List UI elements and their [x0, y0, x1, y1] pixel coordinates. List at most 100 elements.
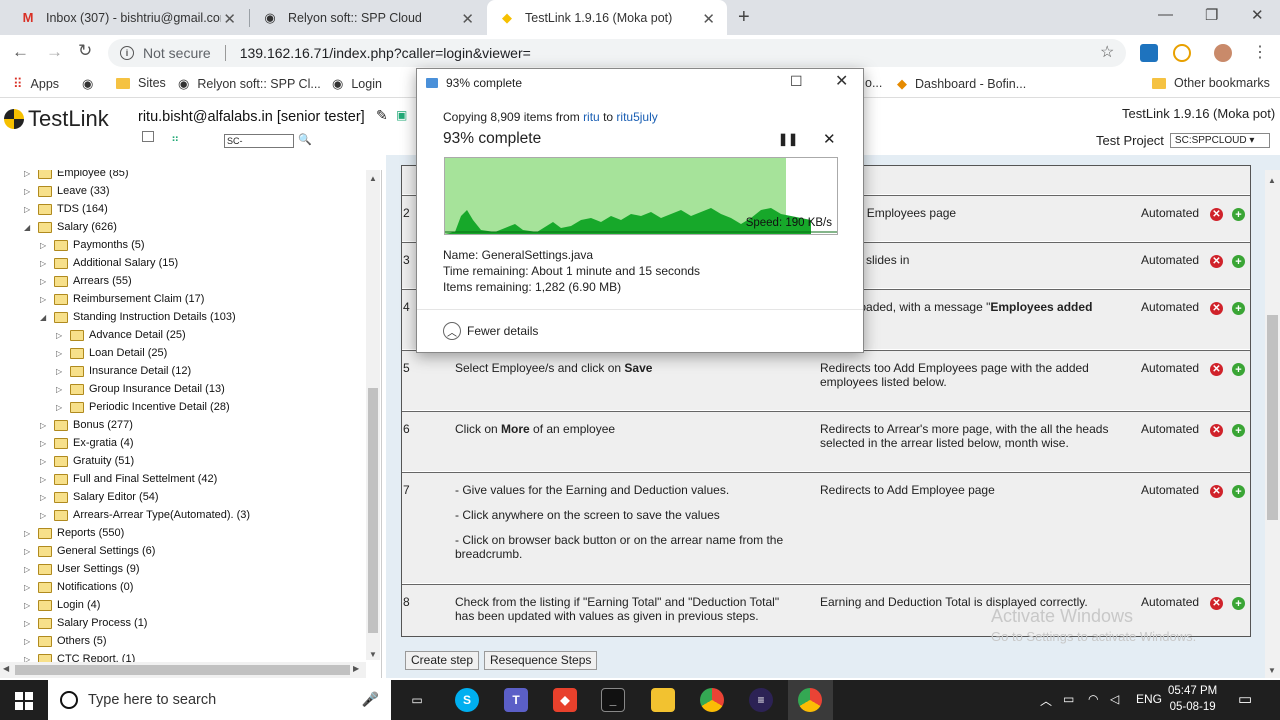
bookmark-login[interactable]: ◉ Login — [332, 76, 382, 92]
expand-toggle-icon[interactable]: ▷ — [40, 421, 50, 430]
extension-icon[interactable] — [1173, 44, 1191, 62]
add-step-icon[interactable]: + — [1232, 363, 1245, 376]
expand-toggle-icon[interactable]: ▷ — [40, 493, 50, 502]
expand-toggle-icon[interactable]: ▷ — [40, 511, 50, 520]
scroll-right-icon[interactable]: ▶ — [353, 664, 359, 673]
expand-toggle-icon[interactable]: ▷ — [40, 241, 50, 250]
eclipse-icon[interactable]: ≡ — [749, 688, 773, 712]
bookmark-globe[interactable]: ◉ — [82, 76, 101, 92]
expand-toggle-icon[interactable]: ▷ — [24, 529, 34, 538]
fewer-details-button[interactable]: ︿ Fewer details — [443, 322, 538, 340]
user-settings-icon[interactable]: ✎ — [376, 107, 388, 124]
bookmark-partial[interactable]: o... — [865, 76, 882, 90]
new-tab-button[interactable]: + — [738, 6, 750, 29]
expand-toggle-icon[interactable]: ◢ — [40, 313, 50, 322]
tab-gmail[interactable]: M Inbox (307) - bishtriu@gmail.com ✕ — [8, 0, 248, 35]
create-step-button[interactable]: Create step — [405, 651, 480, 670]
tree-node[interactable]: ◢ Standing Instruction Details (103) — [40, 308, 236, 326]
expand-toggle-icon[interactable]: ▷ — [40, 295, 50, 304]
expand-toggle-icon[interactable]: ▷ — [40, 259, 50, 268]
tree-node[interactable]: ▷ General Settings (6) — [24, 542, 155, 560]
microphone-icon[interactable]: 🎤 — [362, 691, 379, 708]
forward-icon[interactable]: → — [46, 42, 63, 62]
expand-toggle-icon[interactable]: ▷ — [24, 170, 34, 178]
pause-button[interactable]: ❚❚ — [778, 132, 798, 146]
tree-node[interactable]: ▷ Group Insurance Detail (13) — [56, 380, 225, 398]
tree-node[interactable]: ▷ Periodic Incentive Detail (28) — [56, 398, 230, 416]
delete-step-icon[interactable]: ✕ — [1210, 302, 1223, 315]
bookmark-sites[interactable]: Sites — [116, 76, 166, 90]
notification-icon[interactable]: ▭ — [1238, 690, 1252, 708]
close-icon[interactable]: ✕ — [702, 10, 715, 28]
resequence-steps-button[interactable]: Resequence Steps — [484, 651, 598, 670]
tab-relyon[interactable]: ◉ Relyon soft:: SPP Cloud ✕ — [250, 0, 486, 35]
expand-toggle-icon[interactable]: ▷ — [24, 619, 34, 628]
expand-toggle-icon[interactable]: ▷ — [40, 277, 50, 286]
menu-icon[interactable]: ⋮ — [1252, 42, 1268, 62]
delete-step-icon[interactable]: ✕ — [1210, 363, 1223, 376]
tree-scroll-thumb[interactable] — [368, 388, 378, 633]
expand-toggle-icon[interactable]: ▷ — [40, 475, 50, 484]
search-icon[interactable]: 🔍 — [298, 133, 312, 146]
delete-step-icon[interactable]: ✕ — [1210, 485, 1223, 498]
clock[interactable]: 05:47 PM 05-08-19 — [1168, 683, 1217, 715]
tree-node[interactable]: ▷ TDS (164) — [24, 200, 108, 218]
language-indicator[interactable]: ENG — [1136, 692, 1162, 706]
expand-toggle-icon[interactable]: ▷ — [24, 565, 34, 574]
tree-node[interactable]: ▷ Full and Final Settelment (42) — [40, 470, 217, 488]
expand-toggle-icon[interactable]: ▷ — [56, 331, 66, 340]
tree-node[interactable]: ◢ Salary (626) — [24, 218, 117, 236]
wifi-icon[interactable]: ◠ — [1088, 692, 1098, 706]
info-icon[interactable]: i — [120, 46, 134, 60]
anydesk-icon[interactable]: ◆ — [553, 688, 577, 712]
tab-testlink[interactable]: ◆ TestLink 1.9.16 (Moka pot) ✕ — [487, 0, 727, 35]
dialog-close-icon[interactable]: ✕ — [835, 71, 848, 91]
close-icon[interactable]: ✕ — [461, 10, 474, 28]
tree-node[interactable]: ▷ Loan Detail (25) — [56, 344, 167, 362]
bookmark-apps[interactable]: ⠿ Apps — [13, 76, 59, 92]
taskbar-search[interactable]: Type here to search 🎤 — [48, 680, 391, 720]
cancel-copy-button[interactable]: ✕ — [823, 130, 836, 148]
tree-hscroll-thumb[interactable] — [15, 665, 350, 675]
test-project-select[interactable]: SC:SPPCLOUD ▾ — [1169, 133, 1270, 148]
tree-node[interactable]: ▷ Salary Process (1) — [24, 614, 147, 632]
tree-node[interactable]: ▷ Reimbursement Claim (17) — [40, 290, 204, 308]
expand-toggle-icon[interactable]: ▷ — [24, 205, 34, 214]
tree-node[interactable]: ▷ Reports (550) — [24, 524, 124, 542]
dialog-maximize-icon[interactable]: ☐ — [790, 73, 803, 90]
chrome-icon[interactable] — [700, 688, 724, 712]
back-icon[interactable]: ← — [12, 42, 29, 62]
tree-node[interactable]: ▷ Login (4) — [24, 596, 100, 614]
bookmark-dashboard[interactable]: ◆ Dashboard - Bofin... — [897, 76, 1026, 92]
add-step-icon[interactable]: + — [1232, 255, 1245, 268]
source-folder-link[interactable]: ritu — [583, 110, 600, 124]
add-step-icon[interactable]: + — [1232, 208, 1245, 221]
file-explorer-icon[interactable] — [651, 688, 675, 712]
tree-node[interactable]: ▷ Employee (85) — [24, 170, 129, 182]
tree-node[interactable]: ▷ Additional Salary (15) — [40, 254, 178, 272]
volume-icon[interactable]: ◁ — [1110, 692, 1119, 706]
bookmark-relyon[interactable]: ◉ Relyon soft:: SPP Cl... — [178, 76, 321, 92]
battery-icon[interactable]: ▭ — [1063, 692, 1074, 706]
destination-folder-link[interactable]: ritu5july — [616, 110, 657, 124]
delete-step-icon[interactable]: ✕ — [1210, 424, 1223, 437]
tree-node[interactable]: ▷ Paymonths (5) — [40, 236, 145, 254]
expand-toggle-icon[interactable]: ▷ — [56, 349, 66, 358]
expand-toggle-icon[interactable]: ▷ — [24, 547, 34, 556]
windows-start-icon[interactable] — [15, 692, 33, 710]
restore-icon[interactable]: ❐ — [1205, 6, 1218, 24]
tray-chevron-icon[interactable]: ︿ — [1040, 692, 1052, 709]
tree-node[interactable]: ▷ Arrears-Arrear Type(Automated). (3) — [40, 506, 250, 524]
reload-icon[interactable]: ↻ — [78, 41, 92, 61]
scroll-down-icon[interactable]: ▼ — [369, 650, 377, 659]
tree-node[interactable]: ▷ Ex-gratia (4) — [40, 434, 134, 452]
tree-icon[interactable]: ⠶ — [171, 133, 179, 145]
expand-toggle-icon[interactable]: ▷ — [24, 637, 34, 646]
tree-node[interactable]: ▷ Leave (33) — [24, 182, 110, 200]
teams-icon[interactable]: T — [504, 688, 528, 712]
extension-icon[interactable] — [1140, 44, 1158, 62]
scroll-down-icon[interactable]: ▼ — [1268, 666, 1276, 675]
bookmark-star-icon[interactable]: ☆ — [1100, 42, 1114, 62]
tree-node[interactable]: ▷ Advance Detail (25) — [56, 326, 186, 344]
add-step-icon[interactable]: + — [1232, 597, 1245, 610]
